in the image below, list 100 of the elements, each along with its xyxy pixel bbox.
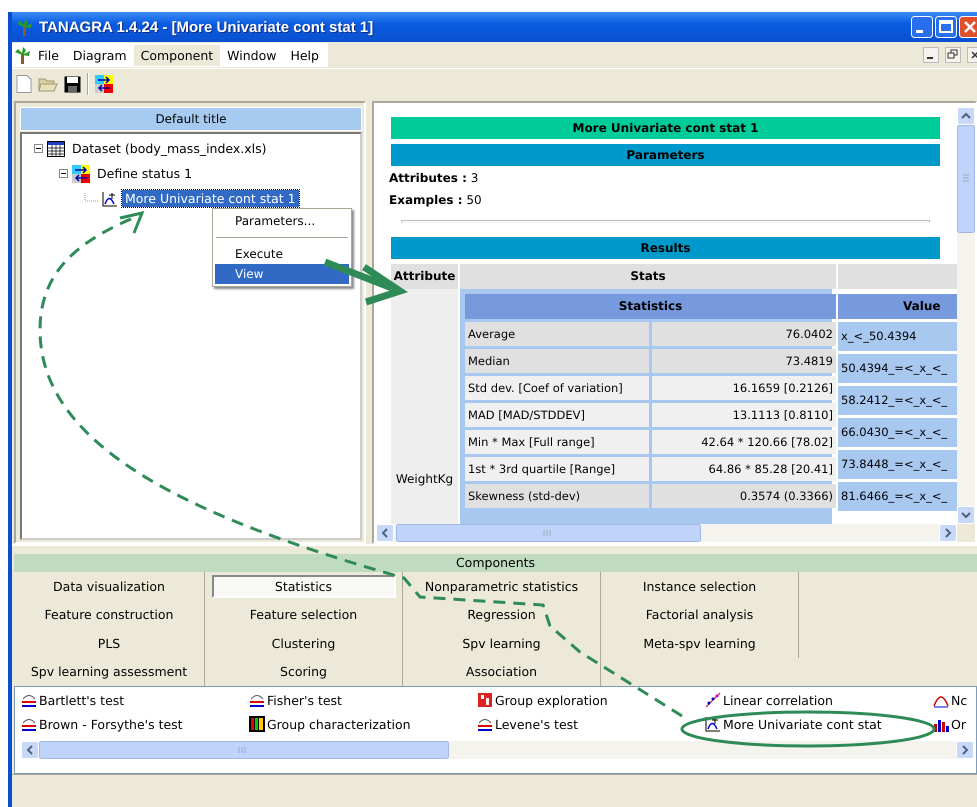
column-header: Statistics xyxy=(465,294,836,319)
tool-list-item[interactable]: Brown - Forsythe's test xyxy=(21,715,249,733)
column-header: Value xyxy=(838,294,957,319)
menu-item[interactable]: Execute xyxy=(215,244,349,264)
category-tab[interactable]: Instance selection xyxy=(642,576,756,596)
table-cell: 73.4819 xyxy=(652,349,836,373)
chart-icon xyxy=(102,190,118,206)
tool-list-item[interactable]: Linear correlation xyxy=(705,691,933,709)
scroll-left-icon[interactable] xyxy=(21,741,39,759)
tool-list-item[interactable]: Nc xyxy=(933,691,977,709)
scroll-right-icon[interactable] xyxy=(939,524,957,542)
pane-header: Default title xyxy=(20,107,362,131)
category-tab[interactable]: Feature selection xyxy=(250,605,358,624)
table-cell: 0.3574 (0.3366) xyxy=(652,484,836,508)
section-header: Components xyxy=(14,554,977,572)
test-icon xyxy=(477,716,493,732)
category-tab[interactable]: Data visualization xyxy=(53,576,165,596)
menu-item[interactable]: File xyxy=(31,44,66,66)
horizontal-scrollbar[interactable] xyxy=(21,741,974,759)
test-icon xyxy=(21,716,37,732)
scroll-down-icon[interactable] xyxy=(957,506,975,524)
tree-item[interactable]: More Univariate cont stat 1 xyxy=(122,190,299,207)
table-cell: x_<_50.4394 xyxy=(838,322,957,351)
category-tab[interactable]: Feature construction xyxy=(44,605,174,624)
tool-list-item[interactable]: Bartlett's test xyxy=(21,691,249,709)
collapse-icon[interactable] xyxy=(59,169,68,178)
table-cell: 76.0402 xyxy=(652,322,836,346)
menu-item[interactable]: Parameters... xyxy=(215,211,349,231)
tool-list-item[interactable]: More Univariate cont stat xyxy=(705,715,933,733)
chart-icon xyxy=(705,716,721,732)
tool-list-item[interactable]: Group characterization xyxy=(249,715,477,733)
section-heading: Results xyxy=(391,237,940,259)
category-tab[interactable]: Spv learning xyxy=(462,634,541,653)
scroll-left-icon[interactable] xyxy=(376,524,394,542)
table-cell: Min * Max [Full range] xyxy=(465,430,649,454)
scroll-thumb-icon[interactable] xyxy=(396,524,701,542)
scroll-right-icon[interactable] xyxy=(956,741,974,759)
table-cell: Skewness (std-dev) xyxy=(465,484,649,508)
category-tab[interactable]: Scoring xyxy=(280,662,327,682)
parameter-text: Attributes : 3 xyxy=(389,170,480,187)
table-cell: MAD [MAD/STDDEV] xyxy=(465,403,649,427)
category-tab[interactable]: Factorial analysis xyxy=(646,605,754,624)
palm-tree-icon xyxy=(16,18,33,36)
table-cell: Median xyxy=(465,349,649,373)
category-tab[interactable]: Clustering xyxy=(272,634,336,653)
restore-icon[interactable] xyxy=(945,47,961,63)
group-icon xyxy=(477,692,493,708)
color-bars-icon xyxy=(249,716,265,732)
menu-item[interactable]: Window xyxy=(220,44,284,66)
tool-list-item[interactable]: Or xyxy=(933,715,977,733)
table-cell: WeightKg xyxy=(391,289,460,524)
palm-tree-icon xyxy=(14,46,31,64)
category-tab[interactable]: Statistics xyxy=(212,574,396,598)
window-title: TANAGRA 1.4.24 - [More Univariate cont stat 1] xyxy=(39,18,374,36)
maximize-icon[interactable] xyxy=(935,16,957,38)
menu-item[interactable]: Component xyxy=(134,44,220,66)
tree-item[interactable]: Define status 1 xyxy=(94,165,196,182)
category-tab[interactable]: Spv learning assessment xyxy=(30,662,188,682)
table-icon xyxy=(47,140,65,156)
parameter-text: Examples : 50 xyxy=(389,192,483,209)
category-tab[interactable]: Regression xyxy=(467,605,536,624)
tool-list-item[interactable]: Fisher's test xyxy=(249,691,477,709)
table-cell: Std dev. [Coef of variation] xyxy=(465,376,649,400)
category-tab[interactable]: Meta-spv learning xyxy=(643,634,756,653)
table-cell: 58.2412_=<_x_<_ xyxy=(838,386,957,415)
close-icon[interactable] xyxy=(967,47,977,63)
table-cell: 16.1659 [0.2126] xyxy=(652,376,836,400)
menu-item[interactable]: View xyxy=(215,264,349,284)
scrollbar-corner xyxy=(957,524,975,542)
diagram-icon xyxy=(95,75,113,93)
table-cell: 50.4394_=<_x_<_ xyxy=(838,354,957,383)
menu-item[interactable]: Diagram xyxy=(66,44,134,66)
table-cell: 13.1113 [0.8110] xyxy=(652,403,836,427)
table-cell: 1st * 3rd quartile [Range] xyxy=(465,457,649,481)
category-tab[interactable]: PLS xyxy=(98,634,120,653)
table-cell: 64.86 * 85.28 [20.41] xyxy=(652,457,836,481)
column-header: Attribute xyxy=(391,264,460,289)
table-cell: 42.64 * 120.66 [78.02] xyxy=(652,430,836,454)
arrows-icon xyxy=(72,164,90,182)
minimize-icon[interactable] xyxy=(923,47,939,63)
category-tab[interactable]: Association xyxy=(466,662,538,682)
table-cell: 66.0430_=<_x_<_ xyxy=(838,418,957,447)
scroll-thumb-icon[interactable] xyxy=(39,741,449,759)
save-icon[interactable] xyxy=(64,76,81,92)
menu-item[interactable]: Help xyxy=(283,44,326,66)
collapse-icon[interactable] xyxy=(34,144,43,153)
tree-item[interactable]: Dataset (body_mass_index.xls) xyxy=(69,140,270,157)
report-title: More Univariate cont stat 1 xyxy=(391,117,940,139)
test-icon xyxy=(21,692,37,708)
section-heading: Parameters xyxy=(391,144,940,166)
table-cell: 81.6466_=<_x_<_ xyxy=(838,482,957,511)
category-tab[interactable]: Nonparametric statistics xyxy=(424,576,578,596)
table-cell: Average xyxy=(465,322,649,346)
new-file-icon[interactable] xyxy=(16,75,32,93)
vertical-scrollbar[interactable] xyxy=(957,107,975,524)
scroll-thumb-icon[interactable] xyxy=(957,125,975,233)
scroll-up-icon[interactable] xyxy=(957,107,975,125)
tool-list-item[interactable]: Levene's test xyxy=(477,715,705,733)
horizontal-scrollbar[interactable] xyxy=(376,524,957,542)
tool-list-item[interactable]: Group exploration xyxy=(477,691,705,709)
